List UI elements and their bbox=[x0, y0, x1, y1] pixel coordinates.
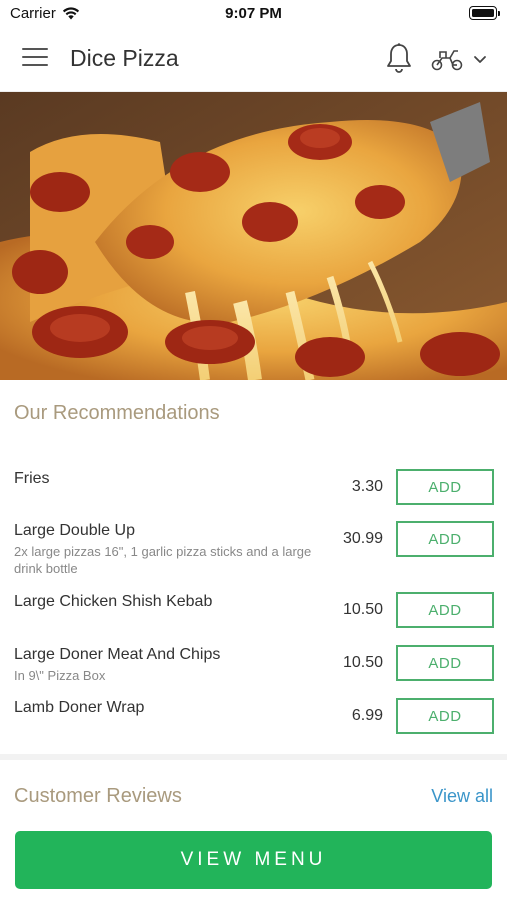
recommendations-title: Our Recommendations bbox=[14, 402, 220, 424]
item-price: 10.50 bbox=[342, 654, 383, 671]
delivery-scooter-icon[interactable] bbox=[430, 46, 464, 72]
add-button[interactable]: ADD bbox=[396, 592, 494, 628]
add-button[interactable]: ADD bbox=[396, 698, 494, 734]
battery-icon bbox=[469, 6, 500, 20]
status-time: 9:07 PM bbox=[225, 5, 282, 22]
item-price: 6.99 bbox=[351, 707, 383, 724]
item-name: Lamb Doner Wrap bbox=[14, 699, 145, 716]
chevron-down-icon[interactable] bbox=[472, 52, 488, 66]
hamburger-menu-icon[interactable] bbox=[22, 48, 48, 70]
hero-image bbox=[0, 92, 507, 380]
add-button[interactable]: ADD bbox=[396, 645, 494, 681]
pizza-photo bbox=[0, 92, 507, 380]
status-bar: Carrier 9:07 PM bbox=[0, 0, 507, 28]
section-divider bbox=[0, 754, 507, 760]
view-all-reviews-link[interactable]: View all bbox=[431, 786, 493, 807]
page-title: Dice Pizza bbox=[70, 45, 179, 71]
item-price: 30.99 bbox=[342, 530, 383, 547]
app-header: Dice Pizza bbox=[0, 28, 507, 92]
item-name: Fries bbox=[14, 470, 50, 487]
item-name: Large Doner Meat And Chips bbox=[14, 646, 221, 663]
item-name: Large Chicken Shish Kebab bbox=[14, 593, 213, 610]
item-name: Large Double Up bbox=[14, 522, 135, 539]
bell-icon[interactable] bbox=[385, 42, 413, 74]
add-button[interactable]: ADD bbox=[396, 521, 494, 557]
reviews-title: Customer Reviews bbox=[14, 785, 182, 807]
add-button[interactable]: ADD bbox=[396, 469, 494, 505]
view-menu-button[interactable]: VIEW MENU bbox=[15, 831, 492, 889]
item-price: 10.50 bbox=[342, 601, 383, 618]
item-description: 2x large pizzas 16", 1 garlic pizza stic… bbox=[14, 544, 312, 576]
item-description: In 9\" Pizza Box bbox=[14, 668, 106, 683]
item-price: 3.30 bbox=[351, 478, 383, 495]
